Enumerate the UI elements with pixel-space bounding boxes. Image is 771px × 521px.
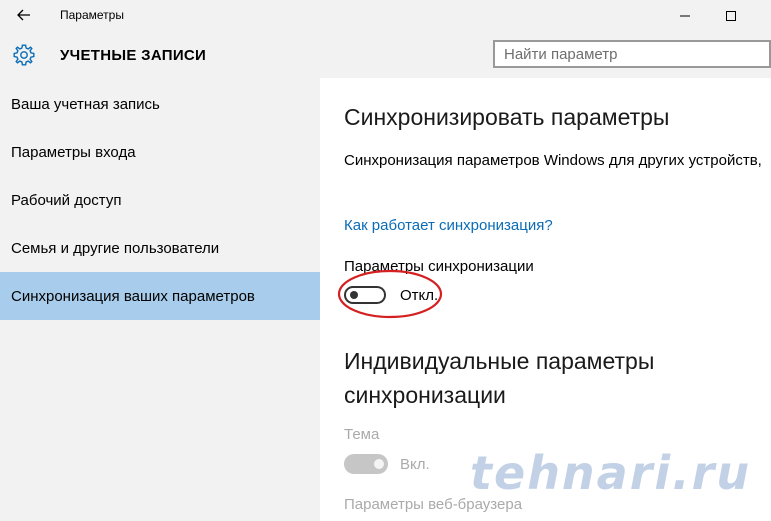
maximize-button[interactable]: [708, 0, 754, 31]
minimize-button[interactable]: [662, 0, 708, 31]
title-bar: Параметры: [0, 0, 771, 31]
sync-settings-label: Параметры синхронизации: [344, 258, 534, 275]
sidebar-item-label: Семья и другие пользователи: [11, 239, 220, 257]
sync-help-link[interactable]: Как работает синхронизация?: [344, 217, 553, 234]
sidebar-item-label: Параметры входа: [11, 143, 136, 161]
header: УЧЕТНЫЕ ЗАПИСИ: [0, 31, 771, 78]
sidebar-nav: Ваша учетная запись Параметры входа Рабо…: [0, 78, 320, 521]
sidebar-item-your-account[interactable]: Ваша учетная запись: [0, 80, 320, 128]
toggle-knob: [350, 291, 358, 299]
individual-sync-title: Индивидуальные параметры синхронизации: [344, 344, 654, 412]
watermark: tehnari.ru: [470, 446, 752, 500]
sync-settings-toggle[interactable]: [344, 286, 386, 304]
page-title: Синхронизировать параметры: [344, 104, 670, 130]
toggle-knob: [374, 459, 384, 469]
theme-toggle-state: Вкл.: [400, 456, 430, 473]
sync-toggle-state: Откл.: [400, 287, 439, 304]
section-title: УЧЕТНЫЕ ЗАПИСИ: [60, 47, 207, 64]
window-title: Параметры: [60, 8, 124, 22]
gear-icon: [13, 44, 35, 66]
sync-description: Синхронизация параметров Windows для дру…: [344, 152, 762, 169]
individual-sync-title-line2: синхронизации: [344, 382, 506, 408]
sidebar-item-family[interactable]: Семья и другие пользователи: [0, 224, 320, 272]
individual-sync-title-line1: Индивидуальные параметры: [344, 348, 655, 374]
maximize-icon: [726, 10, 736, 21]
sidebar-item-label: Ваша учетная запись: [11, 95, 160, 113]
theme-toggle[interactable]: [344, 454, 388, 474]
arrow-left-icon: [17, 9, 30, 21]
sidebar-item-sign-in-options[interactable]: Параметры входа: [0, 128, 320, 176]
sidebar-item-sync-settings[interactable]: Синхронизация ваших параметров: [0, 272, 320, 320]
sidebar-item-work-access[interactable]: Рабочий доступ: [0, 176, 320, 224]
minimize-icon: [680, 15, 690, 16]
sidebar-item-label: Рабочий доступ: [11, 191, 122, 209]
back-button[interactable]: [6, 3, 42, 27]
sidebar-item-label: Синхронизация ваших параметров: [11, 287, 255, 305]
search-input[interactable]: [495, 42, 744, 66]
theme-label: Тема: [344, 426, 380, 443]
search-box[interactable]: [493, 40, 771, 68]
